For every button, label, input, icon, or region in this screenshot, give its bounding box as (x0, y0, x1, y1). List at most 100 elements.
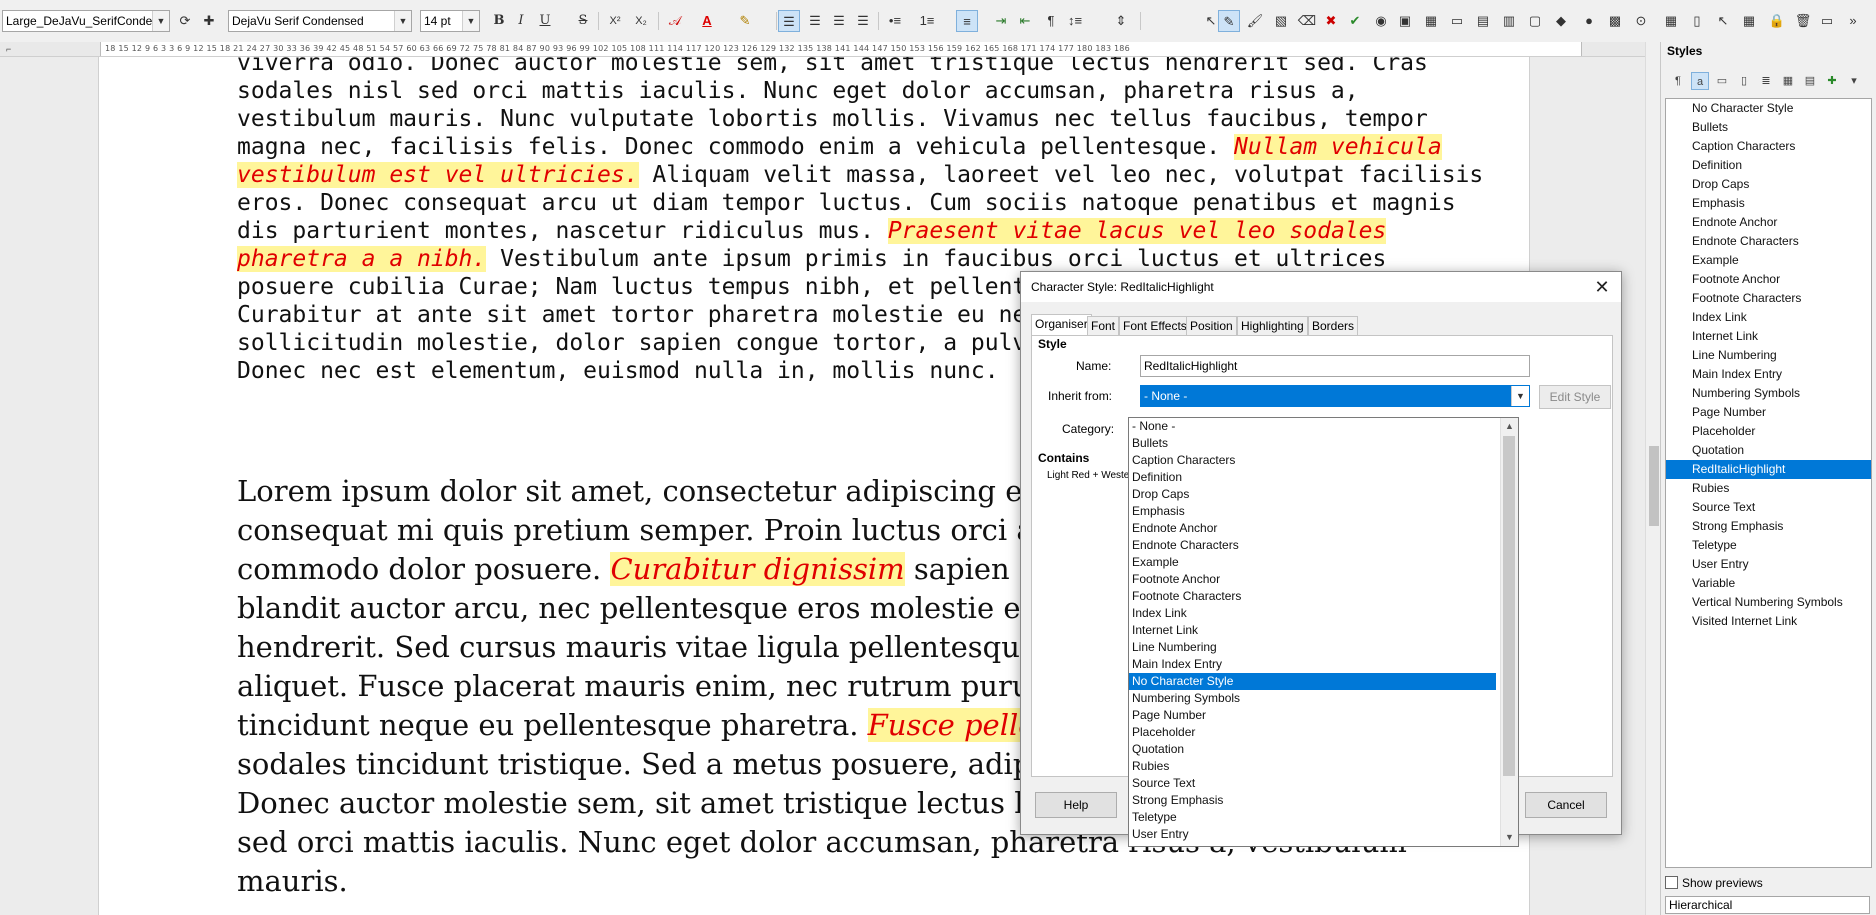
bullet-list-icon[interactable]: •≡ (884, 10, 906, 32)
dropdown-option[interactable]: Teletype (1129, 809, 1496, 826)
paragraph-styles-icon[interactable]: ¶ (1669, 72, 1687, 90)
sidebar-icon[interactable]: ▯ (1686, 10, 1708, 32)
cancel-button[interactable]: Cancel (1525, 792, 1607, 818)
decrease-indent-icon[interactable]: ⇤ (1014, 10, 1036, 32)
cursor-icon[interactable]: ↖ (1712, 10, 1734, 32)
style-list-item[interactable]: Rubies (1666, 479, 1871, 498)
style-list-item[interactable]: Bullets (1666, 118, 1871, 137)
strikethrough-button[interactable]: S (572, 10, 594, 32)
chevron-down-icon[interactable]: ▼ (1501, 829, 1518, 846)
chevron-up-icon[interactable]: ▲ (1501, 418, 1518, 435)
scrollbar-thumb[interactable] (1649, 446, 1659, 526)
style-list-item[interactable]: Page Number (1666, 403, 1871, 422)
dropdown-option[interactable]: Definition (1129, 469, 1496, 486)
bold-button[interactable]: B (488, 10, 510, 32)
style-list-item[interactable]: Example (1666, 251, 1871, 270)
horizontal-ruler[interactable]: ⌐ 18 15 12 9 6 3 3 6 9 12 15 18 21 24 27… (0, 42, 1650, 57)
dropdown-option[interactable]: Emphasis (1129, 503, 1496, 520)
style-list-item[interactable]: Quotation (1666, 441, 1871, 460)
style-list-item[interactable]: Visited Internet Link (1666, 612, 1871, 631)
fill-format-icon[interactable]: ▤ (1801, 72, 1819, 90)
style-list-item[interactable]: Footnote Anchor (1666, 270, 1871, 289)
new-style-icon[interactable]: ✚ (1823, 72, 1841, 90)
edit-style-button[interactable]: Edit Style (1539, 385, 1611, 409)
dropdown-option[interactable]: Footnote Characters (1129, 588, 1496, 605)
style-list-item[interactable]: User Entry (1666, 555, 1871, 574)
style-list-item[interactable]: Numbering Symbols (1666, 384, 1871, 403)
macro-icon[interactable]: ▦ (1660, 10, 1682, 32)
window-icon[interactable]: ▭ (1816, 10, 1838, 32)
dropdown-option[interactable]: Source Text (1129, 775, 1496, 792)
shape-icon[interactable]: ◆ (1550, 10, 1572, 32)
style-list-item[interactable]: Index Link (1666, 308, 1871, 327)
radio-icon[interactable]: ◉ (1370, 10, 1392, 32)
style-list[interactable]: No Character Style Bullets Caption Charact… (1665, 98, 1872, 868)
page-styles-icon[interactable]: ▯ (1735, 72, 1753, 90)
accept-icon[interactable]: ✔ (1344, 10, 1366, 32)
dropdown-option[interactable]: Rubies (1129, 758, 1496, 775)
dropdown-option[interactable]: Line Numbering (1129, 639, 1496, 656)
highlighting-color-icon[interactable]: ✎ (734, 10, 756, 32)
dropdown-option[interactable]: Drop Caps (1129, 486, 1496, 503)
paragraph-icon[interactable]: ¶ (1040, 10, 1062, 32)
style-list-item[interactable]: Endnote Characters (1666, 232, 1871, 251)
style-list-item[interactable]: No Character Style (1666, 99, 1871, 118)
justify-icon[interactable]: ☰ (852, 10, 874, 32)
dropdown-option[interactable]: No Character Style (1129, 673, 1496, 690)
style-list-item[interactable]: Endnote Anchor (1666, 213, 1871, 232)
table-styles-icon[interactable]: ▦ (1779, 72, 1797, 90)
style-list-item[interactable]: Main Index Entry (1666, 365, 1871, 384)
gallery-icon[interactable]: ▩ (1604, 10, 1626, 32)
show-previews-checkbox[interactable]: Show previews (1665, 876, 1763, 890)
align-left-icon[interactable]: ☰ (778, 10, 800, 32)
update-style-icon[interactable]: ⟳ (174, 10, 196, 32)
grid-icon[interactable]: ▦ (1738, 10, 1760, 32)
tab-organiser[interactable]: Organiser (1031, 314, 1092, 336)
dropdown-option[interactable]: Internet Link (1129, 622, 1496, 639)
dropdown-option[interactable]: User Entry (1129, 826, 1496, 843)
font-color-icon[interactable]: A (696, 10, 718, 32)
chevron-down-icon[interactable]: ▼ (394, 11, 411, 31)
dropdown-option[interactable]: Bullets (1129, 435, 1496, 452)
name-input[interactable]: RedItalicHighlight (1140, 355, 1530, 377)
style-list-item[interactable]: Emphasis (1666, 194, 1871, 213)
clear-formatting-icon[interactable]: 𝒜 (664, 10, 686, 32)
style-list-item[interactable]: Line Numbering (1666, 346, 1871, 365)
tab-position[interactable]: Position (1186, 316, 1237, 335)
edit-mode-icon[interactable]: ✎ (1218, 10, 1240, 32)
record-icon[interactable]: ● (1578, 10, 1600, 32)
increase-indent-icon[interactable]: ⇥ (990, 10, 1012, 32)
dropdown-list[interactable]: - None - Bullets Caption Characters Definit… (1129, 418, 1518, 843)
scrollbar-thumb[interactable] (1503, 436, 1515, 776)
table-icon[interactable]: ▦ (1420, 10, 1442, 32)
tab-stop-icon[interactable]: ⌐ (6, 42, 11, 56)
style-list-item[interactable]: Variable (1666, 574, 1871, 593)
checkbox-icon[interactable] (1665, 876, 1678, 889)
style-list-item[interactable]: Footnote Characters (1666, 289, 1871, 308)
navigator-icon[interactable]: ⊙ (1630, 10, 1652, 32)
tab-font[interactable]: Font (1087, 316, 1120, 335)
align-right-icon[interactable]: ☰ (828, 10, 850, 32)
overflow-icon[interactable]: » (1842, 10, 1864, 32)
chevron-down-icon[interactable]: ▼ (1511, 386, 1529, 406)
paragraph-style-combo[interactable]: Large_DeJaVu_SerifCondens ▼ (2, 10, 170, 32)
inherit-from-dropdown[interactable]: - None - Bullets Caption Characters Definit… (1128, 417, 1519, 847)
new-style-icon[interactable]: ✚ (198, 10, 220, 32)
superscript-button[interactable]: X² (604, 10, 626, 32)
subscript-button[interactable]: X₂ (630, 10, 652, 32)
frame-styles-icon[interactable]: ▭ (1713, 72, 1731, 90)
chevron-down-icon[interactable]: ▼ (152, 11, 169, 31)
character-styles-icon[interactable]: a (1691, 72, 1709, 90)
frame-icon[interactable]: ▣ (1394, 10, 1416, 32)
tab-highlighting[interactable]: Highlighting (1237, 316, 1308, 335)
list-styles-icon[interactable]: ≣ (1757, 72, 1775, 90)
dropdown-option[interactable]: Placeholder (1129, 724, 1496, 741)
tab-borders[interactable]: Borders (1308, 316, 1359, 335)
dropdown-option[interactable]: Footnote Anchor (1129, 571, 1496, 588)
dropdown-option[interactable]: Caption Characters (1129, 452, 1496, 469)
italic-button[interactable]: I (510, 10, 532, 32)
chart-icon[interactable]: ▤ (1472, 10, 1494, 32)
style-list-item[interactable]: Definition (1666, 156, 1871, 175)
dropdown-option[interactable]: Page Number (1129, 707, 1496, 724)
lock-icon[interactable]: 🔒 (1766, 10, 1788, 32)
